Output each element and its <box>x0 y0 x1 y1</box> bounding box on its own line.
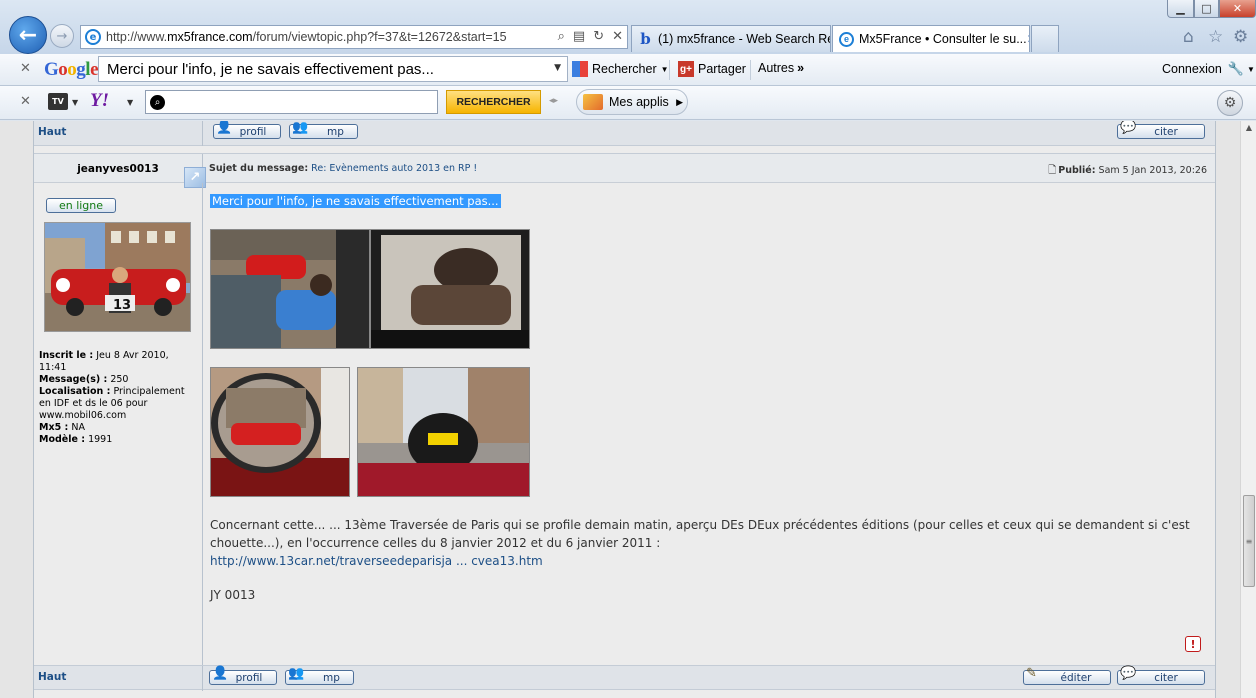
google-search-input[interactable]: Merci pour l'info, je ne savais effectiv… <box>98 56 568 82</box>
post-photo-3[interactable] <box>210 367 350 497</box>
column-divider <box>202 121 203 146</box>
speech-bubble-icon: 💬 <box>1120 666 1137 681</box>
tab-web-search[interactable]: b (1) mx5france - Web Search Re... <box>631 25 831 52</box>
profile-button[interactable]: 👤 profil <box>213 121 281 139</box>
speech-bubble-icon: 💬 <box>1120 121 1137 135</box>
report-post-icon[interactable]: ! <box>1185 636 1201 652</box>
chevron-down-icon[interactable]: ▼ <box>127 98 133 107</box>
google-search-icon <box>572 61 588 77</box>
yahoo-logo[interactable]: Y! <box>90 90 109 112</box>
google-signin-button[interactable]: Connexion 🔧 ▼ <box>1162 61 1255 77</box>
close-toolbar-icon[interactable]: ✕ <box>20 94 31 109</box>
post-icon[interactable]: 🗋 <box>1048 165 1056 176</box>
google-share-button[interactable]: g+ Partager <box>678 61 746 77</box>
maximize-button[interactable]: □ <box>1194 0 1219 18</box>
google-search-button[interactable]: Rechercher ▼ <box>572 61 669 77</box>
quote-button[interactable]: 💬 citer <box>1117 121 1205 139</box>
gear-icon[interactable]: ⚙ <box>1233 27 1248 47</box>
edit-button[interactable]: ✎ éditer <box>1023 666 1111 685</box>
yahoo-search-button[interactable]: RECHERCHER <box>446 90 541 114</box>
bing-favicon-icon: b <box>640 30 651 48</box>
my-apps-button[interactable]: Mes applis ▶ <box>576 89 688 115</box>
favorites-star-icon[interactable]: ☆ <box>1208 27 1223 47</box>
post-author[interactable]: jeanyves0013 <box>34 163 202 175</box>
new-tab-button[interactable] <box>1031 25 1059 52</box>
tv-icon[interactable]: TV <box>48 93 68 110</box>
ie-favicon-icon: e <box>85 29 101 45</box>
previous-post-actions: Haut 👤 profil 👥 mp 💬 citer <box>34 121 1215 146</box>
private-message-button[interactable]: 👥 mp <box>289 121 358 139</box>
home-icon[interactable]: ⌂ <box>1183 27 1194 47</box>
back-arrow-icon: ← <box>18 22 38 48</box>
url-text[interactable]: http://www.mx5france.com/forum/viewtopic… <box>106 30 536 44</box>
page-viewport: Haut 👤 profil 👥 mp 💬 citer jeanyves0013 … <box>0 121 1240 698</box>
compat-view-icon[interactable]: ▤ <box>573 29 585 44</box>
vertical-scrollbar[interactable]: ▲ ≡ <box>1240 121 1256 698</box>
chevron-right-icon: ▶ <box>676 96 683 107</box>
chevron-down-icon[interactable]: ▼ <box>554 63 561 73</box>
private-message-button[interactable]: 👥 mp <box>285 666 354 685</box>
post-header: jeanyves0013 Sujet du message: Re: Evène… <box>34 153 1215 184</box>
search-icon[interactable]: ⌕ <box>558 29 565 44</box>
chevron-down-icon: ▼ <box>660 64 669 74</box>
quote-button[interactable]: 💬 citer <box>1117 666 1205 685</box>
post-body: Concernant cette... ... 13ème Traversée … <box>210 518 1190 568</box>
selected-message-text[interactable]: Merci pour l'info, je ne savais effectiv… <box>210 194 501 208</box>
scroll-up-arrow-icon[interactable]: ▲ <box>1241 123 1256 135</box>
forward-button[interactable]: → <box>50 24 74 48</box>
back-to-top-link[interactable]: Haut <box>38 126 66 138</box>
yahoo-search-input[interactable] <box>145 90 438 114</box>
svg-text:13: 13 <box>113 298 131 313</box>
chevron-down-icon[interactable]: ▼ <box>72 98 78 107</box>
double-chevron-icon: » <box>797 61 805 75</box>
settings-gear-icon[interactable]: ⚙ <box>1217 90 1243 116</box>
stop-icon[interactable]: ✕ <box>612 29 623 44</box>
back-to-top-link[interactable]: Haut <box>38 671 66 683</box>
post-signature: JY 0013 <box>210 588 256 602</box>
author-profile-info: Inscrit le : Jeu 8 Avr 2010, 11:41 Messa… <box>39 350 185 445</box>
toolbar-divider <box>669 60 670 80</box>
resize-handle-icon[interactable]: ◂▸ <box>549 96 558 106</box>
profile-button[interactable]: 👤 profil <box>209 666 277 685</box>
column-divider <box>202 183 203 665</box>
close-tab-icon[interactable]: ✕ <box>1027 32 1029 46</box>
back-button[interactable]: ← <box>9 16 47 54</box>
avatar[interactable]: 13 <box>44 222 191 332</box>
chevron-down-icon: ▼ <box>1246 64 1255 74</box>
post-subject: Sujet du message: Re: Evènements auto 20… <box>209 163 478 174</box>
post-actions: Haut 👤 profil 👥 mp ✎ éditer 💬 citer <box>34 665 1215 691</box>
minimize-button[interactable]: ▁ <box>1167 0 1194 18</box>
post-photo-1[interactable] <box>210 229 370 349</box>
wrench-icon[interactable]: 🔧 <box>1228 61 1244 77</box>
ie-favicon-icon: e <box>839 31 854 47</box>
tab-mx5france[interactable]: e Mx5France • Consulter le su... ✕ <box>832 25 1030 52</box>
column-divider <box>202 666 203 691</box>
post-photo-2[interactable] <box>370 229 530 349</box>
subject-link[interactable]: Re: Evènements auto 2013 en RP ! <box>311 163 477 174</box>
post-date: 🗋 Publié: Sam 5 Jan 2013, 20:26 <box>1048 165 1207 176</box>
external-link[interactable]: http://www.13car.net/traverseedeparisja … <box>210 554 543 568</box>
close-window-button[interactable]: ✕ <box>1219 0 1256 18</box>
user-icon: 👤 <box>212 666 229 681</box>
forward-arrow-icon: → <box>56 28 68 44</box>
search-icon: ⌕ <box>150 95 165 110</box>
address-bar[interactable]: e http://www.mx5france.com/forum/viewtop… <box>80 25 628 49</box>
online-status-badge: en ligne <box>46 198 116 213</box>
pencil-icon: ✎ <box>1026 666 1037 681</box>
google-plus-icon: g+ <box>678 61 694 77</box>
apps-icon <box>583 94 603 110</box>
close-toolbar-icon[interactable]: ✕ <box>20 61 31 76</box>
users-icon: 👥 <box>288 666 305 681</box>
users-icon: 👥 <box>292 121 309 135</box>
refresh-icon[interactable]: ↻ <box>593 29 604 44</box>
google-more-button[interactable]: Autres » <box>758 61 804 75</box>
post-photo-4[interactable] <box>357 367 530 497</box>
toolbar-divider <box>750 60 751 80</box>
google-logo: Google <box>44 59 98 80</box>
scrollbar-thumb[interactable]: ≡ <box>1243 495 1255 587</box>
user-icon: 👤 <box>216 121 233 135</box>
forum-post-container: Haut 👤 profil 👥 mp 💬 citer jeanyves0013 … <box>33 121 1216 698</box>
